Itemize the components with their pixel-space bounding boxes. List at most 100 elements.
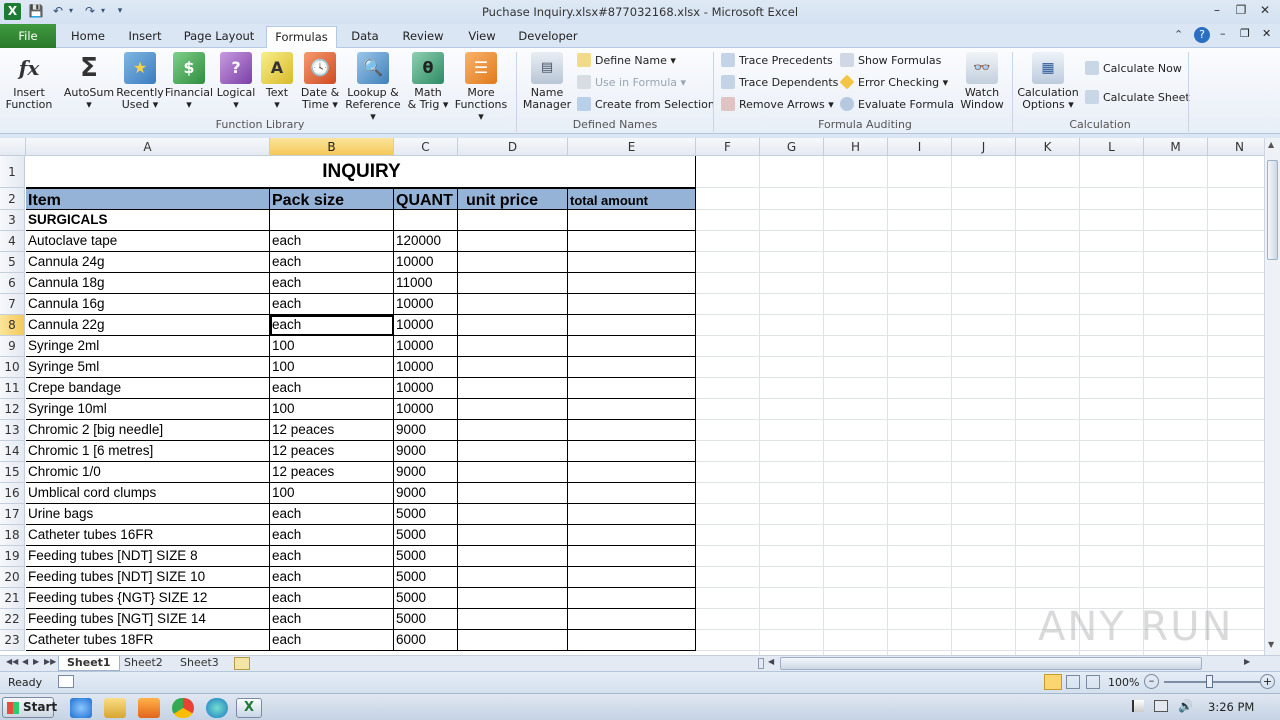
cell-d9[interactable]: [458, 336, 568, 357]
insert-sheet-icon[interactable]: [234, 657, 250, 670]
row-header-12[interactable]: 12: [0, 399, 25, 420]
row-header-9[interactable]: 9: [0, 336, 25, 357]
row-header-11[interactable]: 11: [0, 378, 25, 399]
hscroll-thumb[interactable]: [780, 657, 1202, 670]
zoom-level[interactable]: 100%: [1108, 676, 1139, 689]
clock[interactable]: 3:26 PM: [1208, 700, 1254, 714]
lookup-reference-button[interactable]: 🔍 Lookup & Reference ▾: [342, 52, 404, 123]
cell-b16[interactable]: 100: [270, 483, 394, 504]
cell-a20[interactable]: Feeding tubes [NDT] SIZE 10: [26, 567, 270, 588]
cell-a23[interactable]: Catheter tubes 18FR: [26, 630, 270, 651]
cell-e4[interactable]: [568, 231, 696, 252]
cell-c8[interactable]: 10000: [394, 315, 458, 336]
cell-a13[interactable]: Chromic 2 [big needle]: [26, 420, 270, 441]
logical-button[interactable]: ? Logical ▾: [214, 52, 258, 111]
cell-a4[interactable]: Autoclave tape: [26, 231, 270, 252]
cell-c23[interactable]: 6000: [394, 630, 458, 651]
cell-a18[interactable]: Catheter tubes 16FR: [26, 525, 270, 546]
folder-icon[interactable]: [104, 698, 126, 718]
cell-b18[interactable]: each: [270, 525, 394, 546]
cell-c18[interactable]: 5000: [394, 525, 458, 546]
tab-page-layout[interactable]: Page Layout: [180, 26, 258, 48]
row-header-13[interactable]: 13: [0, 420, 25, 441]
cell-d11[interactable]: [458, 378, 568, 399]
cell-d21[interactable]: [458, 588, 568, 609]
cell-a9[interactable]: Syringe 2ml: [26, 336, 270, 357]
cell-d20[interactable]: [458, 567, 568, 588]
column-header-m[interactable]: M: [1144, 138, 1208, 156]
sheet-tab-sheet1[interactable]: Sheet1: [58, 656, 120, 671]
row-header-1[interactable]: 1: [0, 156, 25, 188]
cell-d10[interactable]: [458, 357, 568, 378]
cell-b10[interactable]: 100: [270, 357, 394, 378]
more-functions-button[interactable]: ☰ More Functions ▾: [452, 52, 510, 123]
row-header-2[interactable]: 2: [0, 188, 25, 210]
minimize-button[interactable]: –: [1208, 3, 1226, 19]
cell-e12[interactable]: [568, 399, 696, 420]
sheet-nav-prev-icon[interactable]: ◀: [22, 657, 28, 666]
header-cell-e[interactable]: total amount: [568, 188, 696, 210]
cell-d5[interactable]: [458, 252, 568, 273]
cell-d8[interactable]: [458, 315, 568, 336]
minimize-ribbon-icon[interactable]: ⌃: [1174, 28, 1183, 41]
cell-a15[interactable]: Chromic 1/0: [26, 462, 270, 483]
tab-formulas[interactable]: Formulas: [266, 26, 337, 49]
cell-a19[interactable]: Feeding tubes [NDT] SIZE 8: [26, 546, 270, 567]
column-header-k[interactable]: K: [1016, 138, 1080, 156]
cell-b15[interactable]: 12 peaces: [270, 462, 394, 483]
cell-c3[interactable]: [394, 210, 458, 231]
cell-c10[interactable]: 10000: [394, 357, 458, 378]
close-button[interactable]: ✕: [1256, 3, 1274, 19]
cell-b17[interactable]: each: [270, 504, 394, 525]
cell-d12[interactable]: [458, 399, 568, 420]
scroll-down-arrow-icon[interactable]: ▼: [1268, 640, 1274, 649]
sheet-nav-last-icon[interactable]: ▶▶: [44, 657, 56, 666]
cell-b13[interactable]: 12 peaces: [270, 420, 394, 441]
cell-e10[interactable]: [568, 357, 696, 378]
evaluate-formula-button[interactable]: Evaluate Formula: [840, 96, 954, 114]
row-header-4[interactable]: 4: [0, 231, 25, 252]
row-header-15[interactable]: 15: [0, 462, 25, 483]
select-all-corner[interactable]: [0, 138, 26, 156]
tab-insert[interactable]: Insert: [122, 26, 168, 48]
cell-e21[interactable]: [568, 588, 696, 609]
tab-developer[interactable]: Developer: [514, 26, 582, 48]
cell-a17[interactable]: Urine bags: [26, 504, 270, 525]
cell-d17[interactable]: [458, 504, 568, 525]
hscroll-right-arrow-icon[interactable]: ▶: [1244, 657, 1250, 666]
cell-c7[interactable]: 10000: [394, 294, 458, 315]
cell-d7[interactable]: [458, 294, 568, 315]
insert-function-button[interactable]: fx Insert Function: [4, 52, 54, 111]
cell-e6[interactable]: [568, 273, 696, 294]
define-name-button[interactable]: Define Name ▾: [577, 52, 676, 70]
cell-d23[interactable]: [458, 630, 568, 651]
tab-file[interactable]: File: [0, 24, 56, 48]
doc-restore-icon[interactable]: ❐: [1240, 27, 1250, 40]
row-header-14[interactable]: 14: [0, 441, 25, 462]
cell-e9[interactable]: [568, 336, 696, 357]
cell-b21[interactable]: each: [270, 588, 394, 609]
header-cell-a[interactable]: Item: [26, 188, 270, 210]
text-button[interactable]: A Text ▾: [258, 52, 296, 111]
cell-c12[interactable]: 10000: [394, 399, 458, 420]
error-checking-button[interactable]: Error Checking ▾: [839, 74, 948, 92]
math-trig-button[interactable]: θ Math & Trig ▾: [404, 52, 452, 111]
row-header-7[interactable]: 7: [0, 294, 25, 315]
trace-dependents-button[interactable]: Trace Dependents: [721, 74, 838, 92]
cell-e13[interactable]: [568, 420, 696, 441]
zoom-out-icon[interactable]: –: [1144, 674, 1159, 689]
column-header-j[interactable]: J: [952, 138, 1016, 156]
column-header-e[interactable]: E: [568, 138, 696, 156]
cell-e16[interactable]: [568, 483, 696, 504]
cell-b7[interactable]: each: [270, 294, 394, 315]
cell-c13[interactable]: 9000: [394, 420, 458, 441]
use-in-formula-button[interactable]: Use in Formula ▾: [577, 74, 686, 92]
cell-d19[interactable]: [458, 546, 568, 567]
remove-arrows-button[interactable]: Remove Arrows ▾: [721, 96, 834, 114]
row-header-3[interactable]: 3: [0, 210, 25, 231]
column-header-i[interactable]: I: [888, 138, 952, 156]
cell-a21[interactable]: Feeding tubes {NGT} SIZE 12: [26, 588, 270, 609]
edge-icon[interactable]: [206, 698, 228, 718]
zoom-slider-thumb[interactable]: [1206, 675, 1213, 688]
cell-e22[interactable]: [568, 609, 696, 630]
